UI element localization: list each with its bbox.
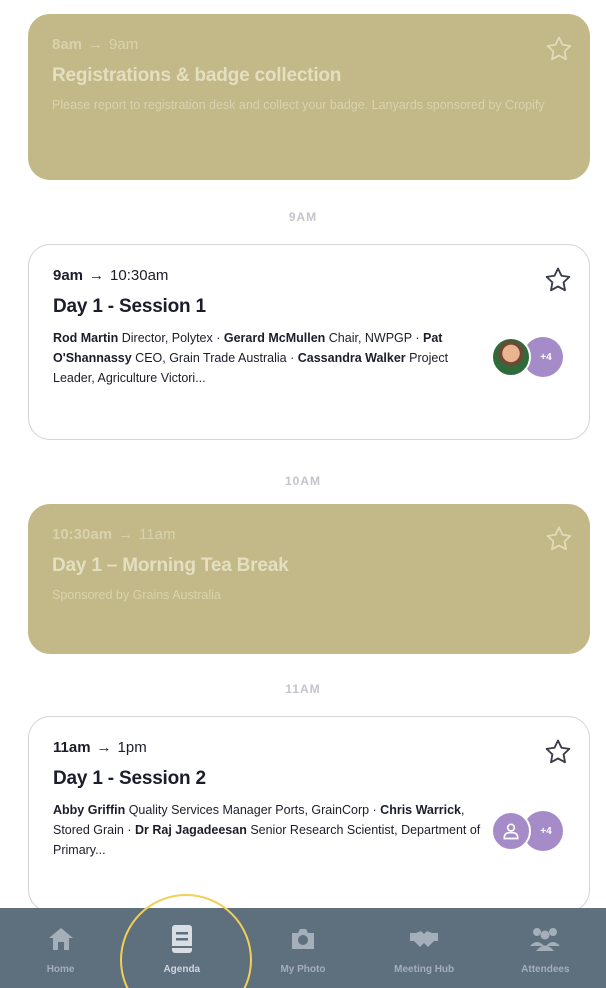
tab-label: My Photo bbox=[280, 964, 326, 975]
star-outline-icon[interactable] bbox=[544, 524, 574, 554]
session-time: 9am → 10:30am bbox=[53, 267, 565, 284]
speaker-role: Quality Services Manager Ports, GrainCor… bbox=[125, 803, 370, 817]
speaker-name: Cassandra Walker bbox=[297, 351, 406, 365]
tab-attendees[interactable]: Attendees bbox=[490, 908, 600, 975]
speaker-avatars[interactable]: +4 bbox=[491, 337, 565, 377]
book-icon bbox=[165, 924, 199, 954]
hour-marker: 11AM bbox=[285, 682, 321, 696]
session-description: Please report to registration desk and c… bbox=[52, 98, 545, 112]
start-time: 10:30am bbox=[52, 526, 113, 543]
start-time: 11am bbox=[53, 739, 91, 756]
speaker-name: Gerard McMullen bbox=[223, 331, 326, 345]
session-title: Day 1 - Session 1 bbox=[53, 296, 206, 317]
separator: · bbox=[286, 351, 298, 365]
home-icon bbox=[44, 924, 78, 954]
end-time: 10:30am bbox=[110, 267, 169, 284]
arrow-icon: → bbox=[96, 739, 112, 756]
camera-icon bbox=[286, 924, 320, 954]
separator: · bbox=[123, 823, 135, 837]
speaker-avatars[interactable]: +4 bbox=[491, 811, 565, 851]
speaker-name: Abby Griffin bbox=[53, 803, 126, 817]
session-title: Day 1 - Session 2 bbox=[53, 768, 206, 789]
arrow-icon: → bbox=[89, 267, 105, 284]
avatar bbox=[491, 337, 531, 377]
speaker-name: Dr Raj Jagadeesan bbox=[134, 823, 247, 837]
speaker-role: Chair, NWPGP bbox=[325, 331, 412, 345]
star-outline-icon[interactable] bbox=[543, 737, 573, 767]
speaker-list: Abby Griffin Quality Services Manager Po… bbox=[53, 800, 493, 860]
session-card[interactable]: 10:30am → 11am Day 1 – Morning Tea Break… bbox=[28, 504, 590, 654]
speaker-name: Chris Warrick bbox=[380, 803, 461, 817]
tab-meeting-hub[interactable]: Meeting Hub bbox=[369, 908, 479, 975]
hour-marker: 9AM bbox=[288, 210, 318, 224]
people-icon bbox=[528, 924, 562, 954]
bottom-tab-bar: Home Agenda My Photo Meeting Hub Attende… bbox=[0, 908, 606, 988]
session-time: 10:30am → 11am bbox=[52, 526, 566, 543]
session-time: 8am → 9am bbox=[52, 36, 566, 53]
session-card[interactable]: 8am → 9am Registrations & badge collecti… bbox=[28, 14, 590, 180]
tab-agenda[interactable]: Agenda bbox=[127, 908, 237, 975]
separator: · bbox=[369, 803, 381, 817]
tab-my-photo[interactable]: My Photo bbox=[248, 908, 358, 975]
tab-label: Meeting Hub bbox=[394, 964, 455, 975]
arrow-icon: → bbox=[88, 36, 104, 53]
arrow-icon: → bbox=[118, 526, 134, 543]
start-time: 9am bbox=[53, 267, 84, 284]
user-icon bbox=[503, 823, 519, 840]
handshake-icon bbox=[407, 924, 441, 954]
speaker-role: CEO, Grain Trade Australia bbox=[131, 351, 287, 365]
speaker-role: Director, Polytex bbox=[118, 331, 213, 345]
start-time: 8am bbox=[52, 36, 83, 53]
session-title: Registrations & badge collection bbox=[52, 65, 342, 86]
tab-label: Attendees bbox=[521, 964, 570, 975]
tab-home[interactable]: Home bbox=[6, 908, 116, 975]
separator: · bbox=[212, 331, 224, 345]
separator: · bbox=[411, 331, 424, 345]
end-time: 11am bbox=[139, 526, 176, 543]
avatar bbox=[491, 811, 531, 851]
session-title: Day 1 – Morning Tea Break bbox=[52, 555, 289, 576]
star-outline-icon[interactable] bbox=[543, 265, 573, 295]
session-card[interactable]: 11am → 1pm Day 1 - Session 2 Abby Griffi… bbox=[28, 716, 590, 908]
speaker-name: Rod Martin bbox=[53, 331, 119, 345]
session-card[interactable]: 9am → 10:30am Day 1 - Session 1 Rod Mart… bbox=[28, 244, 590, 440]
end-time: 1pm bbox=[117, 739, 147, 756]
tab-label: Home bbox=[46, 964, 75, 975]
session-time: 11am → 1pm bbox=[53, 739, 565, 756]
agenda-feed[interactable]: 8am → 9am Registrations & badge collecti… bbox=[0, 0, 606, 908]
hour-marker: 10AM bbox=[284, 474, 321, 488]
star-outline-icon[interactable] bbox=[544, 34, 574, 64]
session-description: Sponsored by Grains Australia bbox=[52, 588, 221, 602]
end-time: 9am bbox=[109, 36, 139, 53]
speaker-list: Rod Martin Director, Polytex · Gerard Mc… bbox=[53, 328, 493, 388]
tab-label: Agenda bbox=[163, 964, 201, 975]
